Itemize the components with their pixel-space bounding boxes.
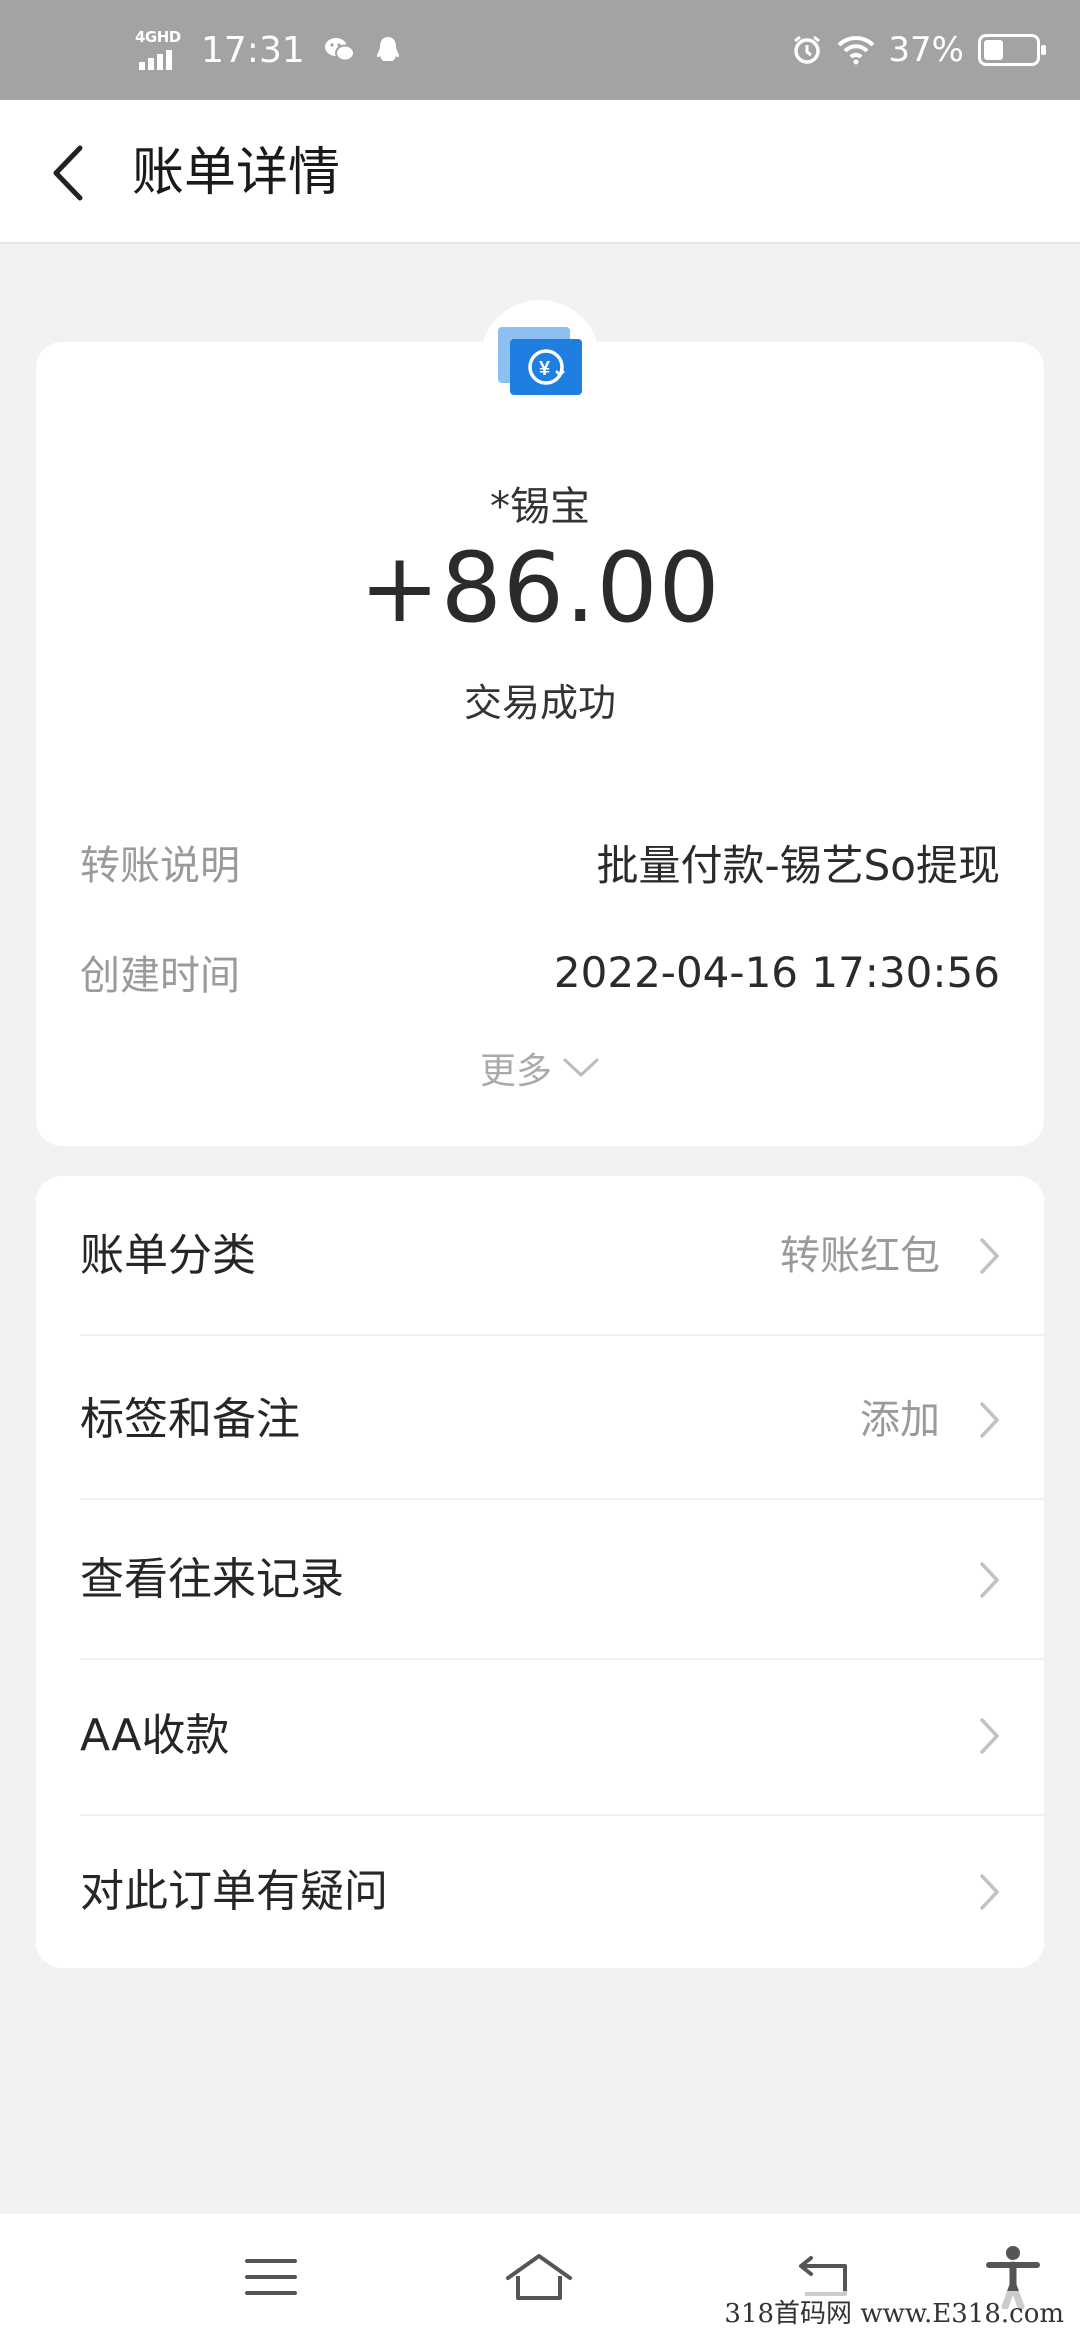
status-left: 4GHD 17:31 [135,28,419,72]
detail-row-created-time: 创建时间 2022-04-16 17:30:56 [80,942,1000,1002]
system-nav-bar: 318首码网 www.E318.com [0,2214,1080,2340]
menu-item-transaction-history[interactable]: 查看往来记录 [36,1500,1044,1660]
home-nav-button[interactable] [504,2242,574,2312]
detail-value: 批量付款-锡艺So提现 [596,840,1000,890]
svg-text:¥: ¥ [539,358,551,380]
hamburger-icon [245,2259,297,2295]
transaction-amount: +86.00 [359,532,721,644]
menu-item-label: 对此订单有疑问 [80,1866,388,1917]
detail-label: 转账说明 [80,843,240,889]
menu-nav-button[interactable] [236,2242,306,2312]
wechat-icon [324,38,355,62]
watermark: 318首码网 www.E318.com [718,2291,1070,2332]
detail-row-description: 转账说明 批量付款-锡艺So提现 [80,832,1000,892]
chevron-right-icon [980,1402,999,1438]
menu-item-label: 标签和备注 [80,1394,300,1445]
status-bar: 4GHD 17:31 37% [0,0,1080,100]
chevron-right-icon [980,1562,999,1598]
divider [80,1334,1044,1336]
transaction-summary-card: *锡宝 +86.00 交易成功 转账说明 批量付款-锡艺So提现 创建时间 20… [36,342,1044,1146]
transaction-status: 交易成功 [463,681,616,725]
back-button[interactable] [42,138,92,208]
chevron-right-icon [980,1238,999,1274]
menu-item-bill-category[interactable]: 账单分类 转账红包 [36,1176,1044,1336]
battery-percent: 37% [888,30,964,70]
app-header: 账单详情 [0,100,1080,244]
payer-name: *锡宝 [490,484,590,530]
detail-value: 2022-04-16 17:30:56 [553,947,1000,997]
menu-item-order-question[interactable]: 对此订单有疑问 [36,1812,1044,1972]
transfer-icon: ¥ [498,327,582,395]
menu-item-value: 添加 [860,1397,940,1443]
qq-icon [376,37,399,61]
home-icon [506,2254,572,2300]
chevron-down-icon [563,1058,599,1077]
chevron-right-icon [980,1874,999,1910]
menu-item-label: 查看往来记录 [80,1554,344,1605]
menu-item-label: 账单分类 [80,1230,256,1281]
payer-avatar: ¥ [480,300,600,420]
detail-label: 创建时间 [80,953,240,999]
chevron-left-icon [53,145,83,201]
menu-item-aa-collect[interactable]: AA收款 [36,1656,1044,1816]
status-right: 37% [790,30,1046,70]
wifi-icon [838,35,875,65]
alarm-icon [794,35,821,64]
more-button[interactable]: 更多 [36,1042,1044,1094]
battery-icon [978,34,1046,66]
page-title: 账单详情 [132,143,341,203]
signal-icon: 4GHD [135,28,191,72]
bill-options-card: 账单分类 转账红包 标签和备注 添加 查看往来记录 AA收款 对此订单有疑问 [36,1176,1044,1968]
menu-item-tags-notes[interactable]: 标签和备注 添加 [36,1340,1044,1500]
menu-item-value: 转账红包 [780,1233,940,1279]
status-time: 17:31 [201,29,305,71]
chevron-right-icon [980,1718,999,1754]
more-label: 更多 [479,1051,552,1092]
menu-item-label: AA收款 [80,1710,230,1761]
network-type: 4GHD [135,28,181,46]
